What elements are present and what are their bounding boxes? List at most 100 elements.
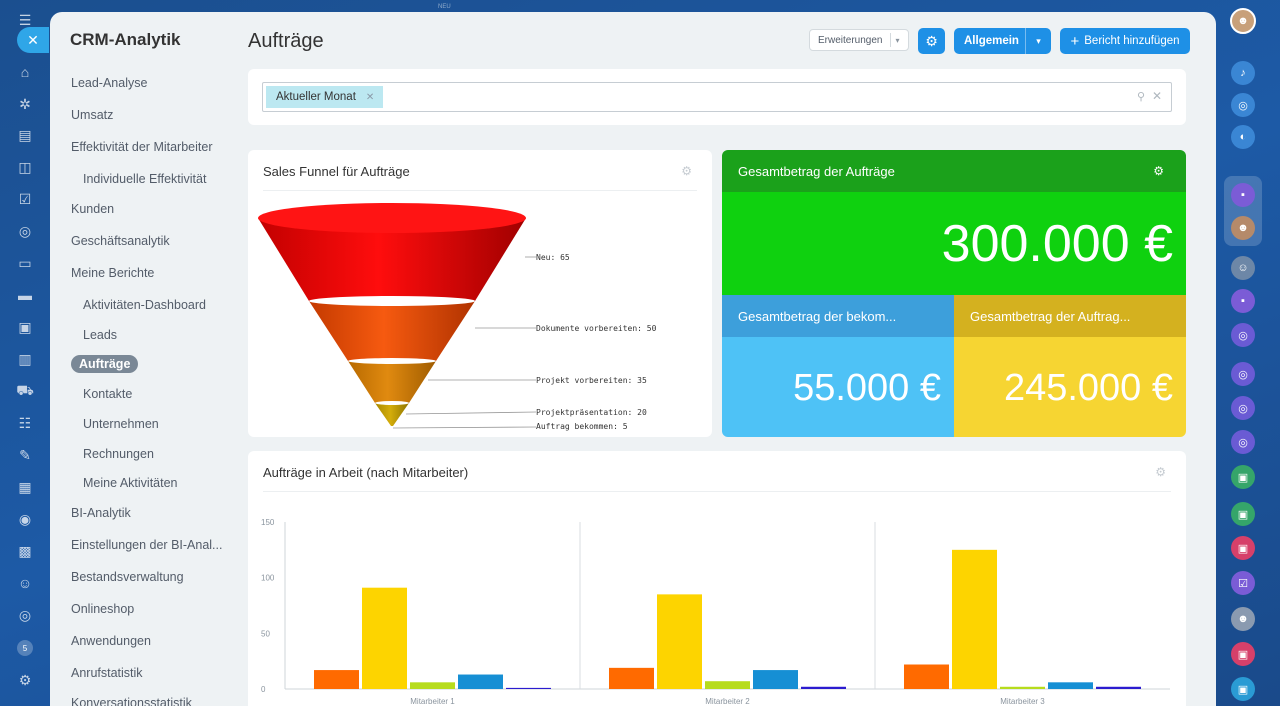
funnel-label: Projekt vorbereiten: 35 <box>536 376 647 385</box>
calendar-icon[interactable]: ▩ <box>13 539 37 563</box>
received-total-value: 55.000 € <box>722 337 954 437</box>
group-icon[interactable]: ☺ <box>1231 256 1255 280</box>
sidebar-item-geschaeftsanalytik[interactable]: Geschäftsanalytik <box>71 234 170 248</box>
sidebar-item-meine-aktivitaeten[interactable]: Meine Aktivitäten <box>83 476 178 490</box>
chat-icon[interactable]: ◐ <box>1231 125 1255 149</box>
id-card-icon[interactable]: ▦ <box>13 475 37 499</box>
sidebar-item-leads[interactable]: Leads <box>83 328 117 342</box>
plus-icon: + <box>1070 32 1080 50</box>
card-icon[interactable]: ▬ <box>13 283 37 307</box>
right-rail: ☻ ♪ ◎ ◐ ▪ ☻ ☺ ▪ ◎ ◎ ◎ ◎ ▣ ▣ ▣ ☑ ☻ ▣ ▣ <box>1216 0 1280 706</box>
gear-icon[interactable]: ⚙ <box>1153 164 1164 178</box>
bar <box>904 664 949 689</box>
notebook-icon[interactable]: ▤ <box>13 123 37 147</box>
avatar-icon[interactable]: ☻ <box>1231 216 1255 240</box>
funnel-label: Projektpräsentation: 20 <box>536 408 647 417</box>
sidebar-item-kontakte[interactable]: Kontakte <box>83 387 132 401</box>
app-icon[interactable]: ▪ <box>1231 289 1255 313</box>
bell-icon[interactable]: ♪ <box>1231 61 1255 85</box>
users-icon[interactable]: ◎ <box>13 219 37 243</box>
total-value: 300.000 € <box>722 192 1186 295</box>
filter-chip-label: Aktueller Monat <box>276 91 356 103</box>
analytics-icon[interactable]: ▥ <box>13 347 37 371</box>
sidebar-item-auftraege[interactable]: Aufträge <box>71 355 139 373</box>
sidebar-item-anrufstatistik[interactable]: Anrufstatistik <box>71 666 143 680</box>
sidebar-item-onlineshop[interactable]: Onlineshop <box>71 602 134 616</box>
settings-button[interactable]: ⚙ <box>918 28 945 54</box>
target-icon[interactable]: ◎ <box>1231 323 1255 347</box>
sidebar-item-effektivitaet[interactable]: Effektivität der Mitarbeiter <box>71 140 213 154</box>
home-icon[interactable]: ⌂ <box>13 60 37 84</box>
counter-badge: 5 <box>17 640 33 656</box>
crm-analytics-panel: CRM-Analytik Lead-Analyse Umsatz Effekti… <box>50 12 1216 706</box>
orders-total-value: 245.000 € <box>954 337 1186 437</box>
robot-icon[interactable]: ☺ <box>13 571 37 595</box>
sidebar-item-lead-analyse[interactable]: Lead-Analyse <box>71 76 147 90</box>
target-icon[interactable]: ◎ <box>13 603 37 627</box>
lock-icon[interactable]: ▣ <box>1231 502 1255 526</box>
funnel-label: Neu: 65 <box>536 253 570 262</box>
sidebar-item-bi-analytik[interactable]: BI-Analytik <box>71 506 131 520</box>
avatar-icon[interactable]: ☻ <box>1231 607 1255 631</box>
document-icon[interactable]: ▭ <box>13 251 37 275</box>
bar <box>314 670 359 689</box>
funnel-stage-2 <box>309 301 475 361</box>
close-icon[interactable]: ✕ <box>366 92 374 103</box>
funnel-stage-4 <box>375 403 409 426</box>
bar <box>1048 682 1093 689</box>
chat-icon[interactable]: ◫ <box>13 155 37 179</box>
add-report-button[interactable]: + Bericht hinzufügen <box>1060 28 1190 54</box>
target-icon[interactable]: ◎ <box>1231 396 1255 420</box>
target-icon[interactable]: ◎ <box>1231 430 1255 454</box>
edit-icon[interactable]: ✎ <box>13 443 37 467</box>
disk-icon[interactable]: ◉ <box>13 507 37 531</box>
general-board-button[interactable]: Allgemein ▾ <box>954 28 1051 54</box>
checkbox-icon[interactable]: ☑ <box>1231 571 1255 595</box>
gear-icon[interactable]: ⚙ <box>13 668 37 692</box>
bar <box>1000 686 1045 689</box>
close-slider-button[interactable]: ✕ <box>17 27 49 53</box>
lock-icon[interactable]: ▣ <box>1231 642 1255 666</box>
sidebar-item-konversationsstatistik[interactable]: Konversationsstatistik <box>71 696 192 706</box>
sidebar-item-umsatz[interactable]: Umsatz <box>71 108 113 122</box>
clear-icon[interactable]: ✕ <box>1152 89 1162 103</box>
search-icon[interactable]: ⚲ <box>1137 90 1145 103</box>
sidebar-item-bi-einstellungen[interactable]: Einstellungen der BI-Anal... <box>71 538 222 552</box>
top-strip: NEU <box>50 0 1210 12</box>
sidebar-item-aktivitaeten-dashboard[interactable]: Aktivitäten-Dashboard <box>83 298 206 312</box>
extensions-dropdown[interactable]: Erweiterungen ▾ <box>809 29 909 51</box>
settings-gear-icon[interactable]: ✲ <box>13 92 37 116</box>
chevron-down-icon[interactable]: ▾ <box>1025 28 1051 54</box>
left-app-rail: ☰ ✕ ⌂ ✲ ▤ ◫ ☑ ◎ ▭ ▬ ▣ ▥ ⛟ ☷ ✎ ▦ ◉ ▩ ☺ ◎ … <box>0 0 50 706</box>
bar <box>506 687 551 689</box>
x-tick-label: Mitarbeiter 3 <box>1000 697 1045 706</box>
y-tick-label: 50 <box>261 629 270 638</box>
y-tick-label: 0 <box>261 685 266 694</box>
monitor-icon[interactable]: ▣ <box>13 315 37 339</box>
cart-icon[interactable]: ⛟ <box>13 379 37 403</box>
sidebar-item-meine-berichte[interactable]: Meine Berichte <box>71 266 154 280</box>
target-icon[interactable]: ◎ <box>1231 362 1255 386</box>
filter-search-input[interactable]: Aktueller Monat ✕ ⚲ ✕ <box>262 82 1172 112</box>
sidebar-item-kunden[interactable]: Kunden <box>71 202 114 216</box>
chevron-down-icon: ▾ <box>890 33 904 47</box>
sidebar-item-rechnungen[interactable]: Rechnungen <box>83 447 154 461</box>
sidebar-item-anwendungen[interactable]: Anwendungen <box>71 634 151 648</box>
target-icon[interactable]: ◎ <box>1231 93 1255 117</box>
app-icon[interactable]: ▪ <box>1231 183 1255 207</box>
avatar[interactable]: ☻ <box>1230 8 1256 34</box>
x-tick-label: Mitarbeiter 1 <box>410 697 455 706</box>
sidebar-item-bestandsverwaltung[interactable]: Bestandsverwaltung <box>71 570 184 584</box>
filter-icon[interactable]: ☷ <box>13 411 37 435</box>
lock-icon[interactable]: ▣ <box>1231 677 1255 701</box>
sidebar-item-individuelle-effektivitaet[interactable]: Individuelle Effektivität <box>83 172 206 186</box>
analytics-sidebar: CRM-Analytik Lead-Analyse Umsatz Effekti… <box>50 12 236 706</box>
add-report-label: Bericht hinzufügen <box>1084 35 1180 47</box>
lock-icon[interactable]: ▣ <box>1231 536 1255 560</box>
filter-chip[interactable]: Aktueller Monat ✕ <box>266 86 384 108</box>
tasks-icon[interactable]: ☑ <box>13 187 37 211</box>
lock-icon[interactable]: ▣ <box>1231 465 1255 489</box>
funnel-graphic <box>258 203 537 429</box>
bar <box>1096 686 1141 689</box>
sidebar-item-unternehmen[interactable]: Unternehmen <box>83 417 159 431</box>
